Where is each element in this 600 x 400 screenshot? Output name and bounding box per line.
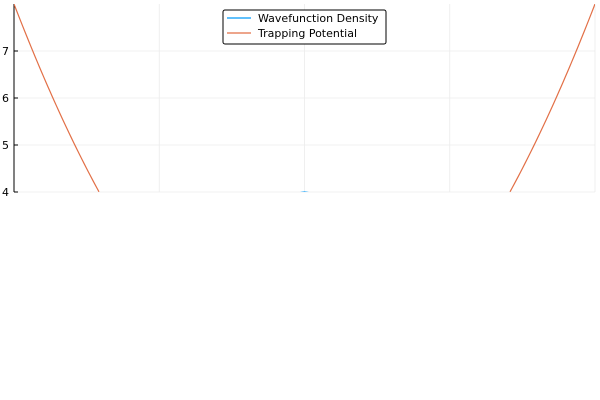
y-tick-label: 7: [2, 45, 9, 58]
chart-svg: 4 5 6 7 Wavefunction Density Trapping Poten…: [2, 4, 596, 199]
legend-label-trapping-potential: Trapping Potential: [257, 27, 357, 40]
legend-label-wavefunction-density: Wavefunction Density: [258, 12, 379, 25]
y-tick-label: 6: [2, 92, 9, 105]
axis-layer: 4 5 6 7: [2, 4, 18, 199]
y-tick-label: 5: [2, 139, 9, 152]
y-tick-label: 4: [2, 186, 9, 199]
legend: Wavefunction Density Trapping Potential: [222, 9, 387, 45]
